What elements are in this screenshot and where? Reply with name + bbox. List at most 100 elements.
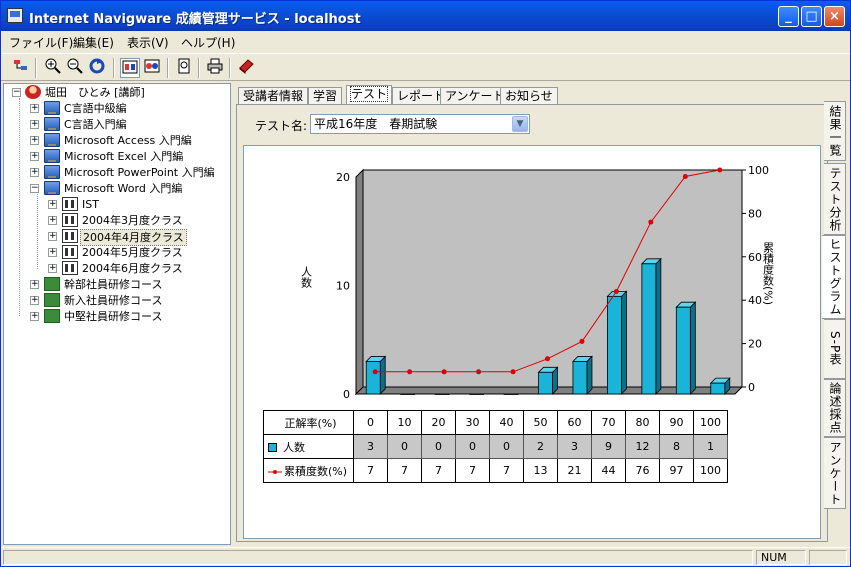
cumulative-point bbox=[510, 369, 516, 375]
cumulative-cell: 7 bbox=[353, 458, 388, 483]
expand-icon[interactable]: + bbox=[48, 216, 57, 225]
split-view-icon[interactable] bbox=[120, 58, 140, 78]
class-icon bbox=[62, 245, 78, 259]
side-tab-results[interactable]: 結果一覧 bbox=[824, 101, 846, 161]
status-bar: NUM bbox=[1, 547, 850, 566]
y-tick-label: 10 bbox=[336, 280, 350, 293]
menu-help[interactable]: ヘルプ(H) bbox=[181, 34, 235, 51]
group-icon bbox=[44, 293, 60, 307]
class-icon bbox=[62, 197, 78, 211]
print-icon[interactable] bbox=[205, 58, 225, 78]
tab-student-info[interactable]: 受講者情報 bbox=[238, 87, 309, 105]
bar bbox=[607, 295, 622, 395]
count-cell: 0 bbox=[489, 434, 524, 459]
expand-icon[interactable]: + bbox=[30, 280, 39, 289]
bar bbox=[434, 393, 450, 395]
menu-file[interactable]: ファイル(F) bbox=[9, 34, 73, 51]
close-button[interactable]: × bbox=[824, 6, 845, 27]
expand-icon[interactable]: + bbox=[30, 152, 39, 161]
bar-side bbox=[689, 301, 696, 395]
cumulative-cell: 44 bbox=[591, 458, 626, 483]
x-header: 正解率(%) bbox=[263, 410, 354, 435]
group-icon bbox=[44, 309, 60, 323]
expand-icon[interactable]: + bbox=[48, 248, 57, 257]
status-extra bbox=[809, 550, 847, 565]
cumulative-point bbox=[648, 219, 654, 225]
cumulative-cell: 21 bbox=[557, 458, 592, 483]
x-cat: 50 bbox=[523, 410, 558, 435]
menu-view[interactable]: 表示(V) bbox=[127, 34, 169, 51]
menu-edit[interactable]: 編集(E) bbox=[73, 34, 114, 51]
plot-side-wall bbox=[355, 168, 364, 396]
histogram-panel: 0 10 20 0 20 40 60 80 100 人数 累積度数(%) 正解率(%) 0 10 2… bbox=[243, 145, 821, 539]
y2-tick-label: 80 bbox=[748, 207, 762, 220]
expand-icon[interactable]: + bbox=[48, 200, 57, 209]
zoom-out-icon[interactable] bbox=[65, 58, 85, 78]
app-window: Internet Navigware 成績管理サービス - localhost … bbox=[0, 0, 851, 567]
title-bar[interactable]: Internet Navigware 成績管理サービス - localhost … bbox=[1, 1, 850, 31]
minimize-button[interactable]: _ bbox=[778, 6, 799, 27]
compare-icon[interactable] bbox=[142, 58, 162, 78]
expand-icon[interactable]: + bbox=[48, 264, 57, 273]
bar bbox=[503, 393, 519, 395]
side-tab-histogram[interactable]: ヒストグラム bbox=[822, 235, 846, 319]
test-name-select[interactable]: 平成16年度 春期試験 ▼ bbox=[310, 114, 530, 134]
course-icon bbox=[44, 149, 60, 163]
cumulative-point bbox=[717, 167, 723, 173]
side-tab-survey[interactable]: アンケート bbox=[824, 437, 846, 509]
tab-learning[interactable]: 学習 bbox=[308, 87, 343, 105]
histogram-table: 正解率(%) 0 10 20 30 40 50 60 70 80 90 100 bbox=[263, 410, 728, 483]
course-icon bbox=[44, 165, 60, 179]
count-cell: 9 bbox=[591, 434, 626, 459]
side-tab-essay[interactable]: 論述採点 bbox=[824, 379, 846, 437]
book-icon[interactable] bbox=[236, 58, 256, 78]
bar-side bbox=[379, 355, 386, 395]
test-tab-body: テスト名: 平成16年度 春期試験 ▼ 0 10 20 0 20 40 60 80 100 人数累… bbox=[236, 104, 828, 542]
count-cell: 2 bbox=[523, 434, 558, 459]
expand-icon[interactable]: + bbox=[30, 296, 39, 305]
expand-icon[interactable]: + bbox=[30, 312, 39, 321]
cumulative-cell: 7 bbox=[489, 458, 524, 483]
cumulative-cell: 7 bbox=[421, 458, 456, 483]
x-cat: 0 bbox=[353, 410, 388, 435]
y2-tick-label: 20 bbox=[748, 338, 762, 351]
collapse-icon[interactable]: − bbox=[30, 184, 39, 193]
zoom-in-icon[interactable] bbox=[43, 58, 63, 78]
cumulative-cell: 97 bbox=[659, 458, 694, 483]
y2-tick-label: 0 bbox=[748, 381, 755, 394]
group-icon bbox=[44, 277, 60, 291]
tab-test[interactable]: テスト bbox=[346, 85, 393, 105]
bar bbox=[400, 393, 416, 395]
expand-icon[interactable]: + bbox=[30, 168, 39, 177]
expand-icon[interactable]: + bbox=[30, 136, 39, 145]
cumulative-point bbox=[372, 369, 378, 375]
cumulative-cell: 100 bbox=[693, 458, 728, 483]
refresh-icon[interactable] bbox=[87, 58, 107, 78]
bar-side bbox=[586, 355, 593, 395]
detail-pane: 受講者情報 学習 テスト レポート アンケート お知らせ テスト名: 平成16年… bbox=[234, 83, 850, 545]
x-cat: 30 bbox=[455, 410, 490, 435]
side-tab-sp[interactable]: S-P表 bbox=[824, 319, 846, 379]
course-tree[interactable]: − 堀田 ひとみ [講師] + C言語中級編 + C言語入門編 + Micros… bbox=[3, 83, 231, 545]
chevron-down-icon[interactable]: ▼ bbox=[512, 116, 528, 132]
maximize-button[interactable]: □ bbox=[801, 6, 822, 27]
tab-notice[interactable]: お知らせ bbox=[500, 87, 558, 105]
expand-icon[interactable]: + bbox=[30, 104, 39, 113]
y2-axis-label: 累積度数(%) bbox=[762, 242, 775, 305]
collapse-icon[interactable]: − bbox=[12, 88, 21, 97]
expand-icon[interactable]: + bbox=[30, 120, 39, 129]
count-cell: 8 bbox=[659, 434, 694, 459]
preview-icon[interactable] bbox=[174, 58, 194, 78]
y-tick-label: 0 bbox=[343, 388, 350, 401]
cumulative-cell: 13 bbox=[523, 458, 558, 483]
y-tick-label: 20 bbox=[336, 171, 350, 184]
legend-cumulative: 累積度数(%) bbox=[263, 458, 354, 483]
tree-icon[interactable] bbox=[11, 58, 31, 78]
x-cat: 80 bbox=[625, 410, 660, 435]
bar-side bbox=[621, 290, 627, 395]
window-title: Internet Navigware 成績管理サービス - localhost bbox=[29, 12, 361, 27]
count-cell: 3 bbox=[353, 434, 388, 459]
side-tab-analysis[interactable]: テスト分析 bbox=[824, 163, 846, 235]
expand-icon[interactable]: + bbox=[48, 232, 57, 241]
legend-count: 人数 bbox=[263, 434, 354, 459]
